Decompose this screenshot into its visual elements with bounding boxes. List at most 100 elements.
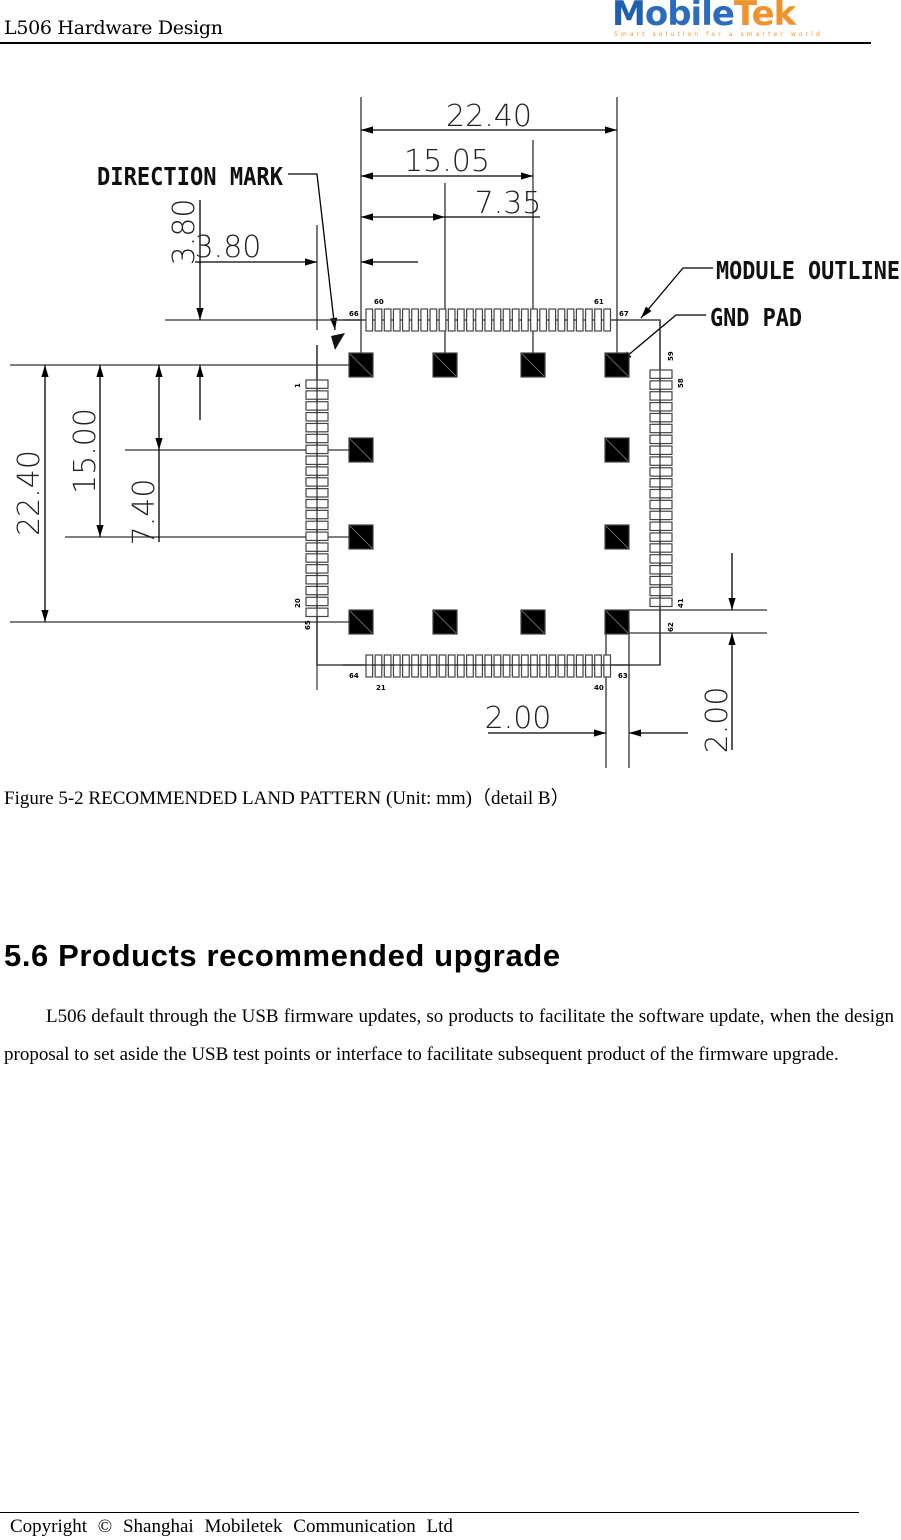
signal-pad-bottom [557, 654, 566, 678]
pin-label: 60 [374, 298, 384, 306]
signal-pad-top [438, 308, 447, 332]
signal-pad-top [466, 308, 474, 332]
signal-pad-bottom [365, 654, 374, 678]
signal-pad-top [539, 308, 548, 332]
signal-pad-top [475, 308, 484, 332]
module-outline-leader [640, 267, 713, 319]
signal-pad-bottom [530, 654, 538, 678]
signal-pad-right [649, 543, 673, 553]
signal-pad-bottom [374, 654, 383, 678]
signal-pad-top [365, 308, 374, 332]
signal-pad-top [484, 308, 493, 332]
signal-pad-bottom [456, 654, 465, 678]
dim-label-left-22-40: 22.40 [12, 450, 47, 536]
land-pattern-figure: 22.40 15.05 7.35 3.80 3.80 22.40 15.00 7… [0, 90, 901, 775]
signal-pad-bottom [383, 654, 392, 678]
pin-label: 59 [667, 351, 675, 361]
signal-pad-right [649, 412, 673, 423]
footer-divider [0, 1512, 859, 1513]
gnd-pad-leader [619, 314, 706, 363]
signal-pad-bottom [447, 654, 456, 678]
dim-label-right-2-00: 2.00 [700, 687, 735, 754]
header-divider [0, 42, 871, 44]
signal-pad-right [649, 554, 673, 564]
signal-pad-bottom [502, 654, 511, 678]
signal-pad-right [649, 597, 673, 608]
dim-label-mark-v: 3.80 [167, 199, 202, 266]
mobiletek-logo: MobileTek Smart solution for a smarter w… [612, 0, 820, 40]
logo-wordmark: MobileTek [612, 0, 796, 34]
signal-pad-top [566, 308, 575, 332]
signal-pad-top [502, 308, 511, 332]
signal-pad-top [374, 308, 383, 332]
direction-mark-leader [288, 173, 338, 331]
land-pattern-drawing: 22.40 15.05 7.35 3.80 3.80 22.40 15.00 7… [10, 97, 900, 768]
direction-mark-label: DIRECTION MARK [97, 162, 283, 191]
signal-pad-right [649, 423, 673, 434]
pin-label: 61 [594, 298, 604, 306]
pin-label: 66 [349, 310, 359, 318]
signal-pad-top [447, 308, 456, 332]
logo-m: M [612, 0, 646, 34]
signal-pad-right [649, 445, 673, 456]
signal-pad-top [594, 308, 602, 332]
signal-pad-right [649, 575, 673, 586]
signal-pad-top [420, 308, 429, 332]
signal-pad-bottom [493, 654, 502, 678]
signal-pad-top [429, 308, 438, 332]
signal-pad-top [493, 308, 502, 332]
dim-label-left-7-40: 7.40 [127, 479, 162, 546]
signal-pad-bottom [511, 654, 520, 678]
signal-pad-bottom [539, 654, 548, 678]
gnd-pad-label: GND PAD [710, 303, 802, 332]
signal-pad-right [649, 434, 673, 445]
pin-label: 20 [294, 598, 302, 608]
signal-pad-bottom [594, 654, 602, 678]
dimension-values: 22.40 15.05 7.35 3.80 3.80 22.40 15.00 7… [12, 99, 735, 753]
signal-pad-bottom [484, 654, 493, 678]
module-outline-label: MODULE OUTLINE [716, 256, 900, 285]
dim-label-top-22-40: 22.40 [446, 99, 532, 134]
logo-obile: obile [644, 0, 735, 34]
signal-pad-top [584, 308, 593, 332]
pin-label: 64 [349, 672, 359, 680]
signal-pad-bottom [520, 654, 529, 678]
pin-label: 63 [618, 672, 628, 680]
signal-pad-top [520, 308, 529, 332]
pin-label: 65 [304, 620, 312, 630]
pin-label: 1 [294, 383, 302, 388]
gnd-pads [348, 352, 630, 635]
dim-label-top-15-05: 15.05 [404, 144, 490, 179]
signal-pad-bottom [429, 654, 438, 678]
signal-pad-bottom [548, 654, 557, 678]
signal-pad-right [649, 401, 673, 412]
signal-pad-top [575, 308, 584, 332]
signal-pad-bottom [584, 654, 593, 678]
signal-pad-right [649, 456, 673, 466]
signal-pad-right [649, 488, 673, 499]
logo-tagline: Smart solution for a smarter world [614, 31, 823, 38]
signal-pad-top [548, 308, 557, 332]
signal-pad-right [649, 478, 673, 488]
signal-pad-right [649, 510, 673, 521]
signal-pad-right [649, 521, 673, 532]
pin-label: 67 [619, 310, 629, 318]
figure-caption: Figure 5-2 RECOMMENDED LAND PATTERN (Uni… [4, 788, 570, 809]
signal-pad-bottom [603, 654, 612, 678]
signal-pad-right [649, 467, 673, 477]
signal-pad-bottom [466, 654, 474, 678]
paragraph-text: L506 default through the USB firmware up… [4, 1006, 894, 1065]
signal-pad-bottom [575, 654, 584, 678]
dim-label-left-15-00: 15.00 [68, 408, 103, 494]
signal-pad-right [649, 586, 673, 597]
signal-pad-top [603, 308, 612, 332]
signal-pad-top [456, 308, 465, 332]
pin-label: 21 [376, 684, 386, 692]
signal-pad-bottom [411, 654, 419, 678]
section-paragraph: L506 default through the USB firmware up… [4, 998, 894, 1073]
dim-label-mark-h: 3.80 [195, 230, 262, 265]
pin-label: 62 [667, 622, 675, 632]
dim-label-top-7-35: 7.35 [475, 186, 542, 221]
pin-label: 58 [677, 378, 685, 388]
signal-pad-right [649, 532, 673, 542]
